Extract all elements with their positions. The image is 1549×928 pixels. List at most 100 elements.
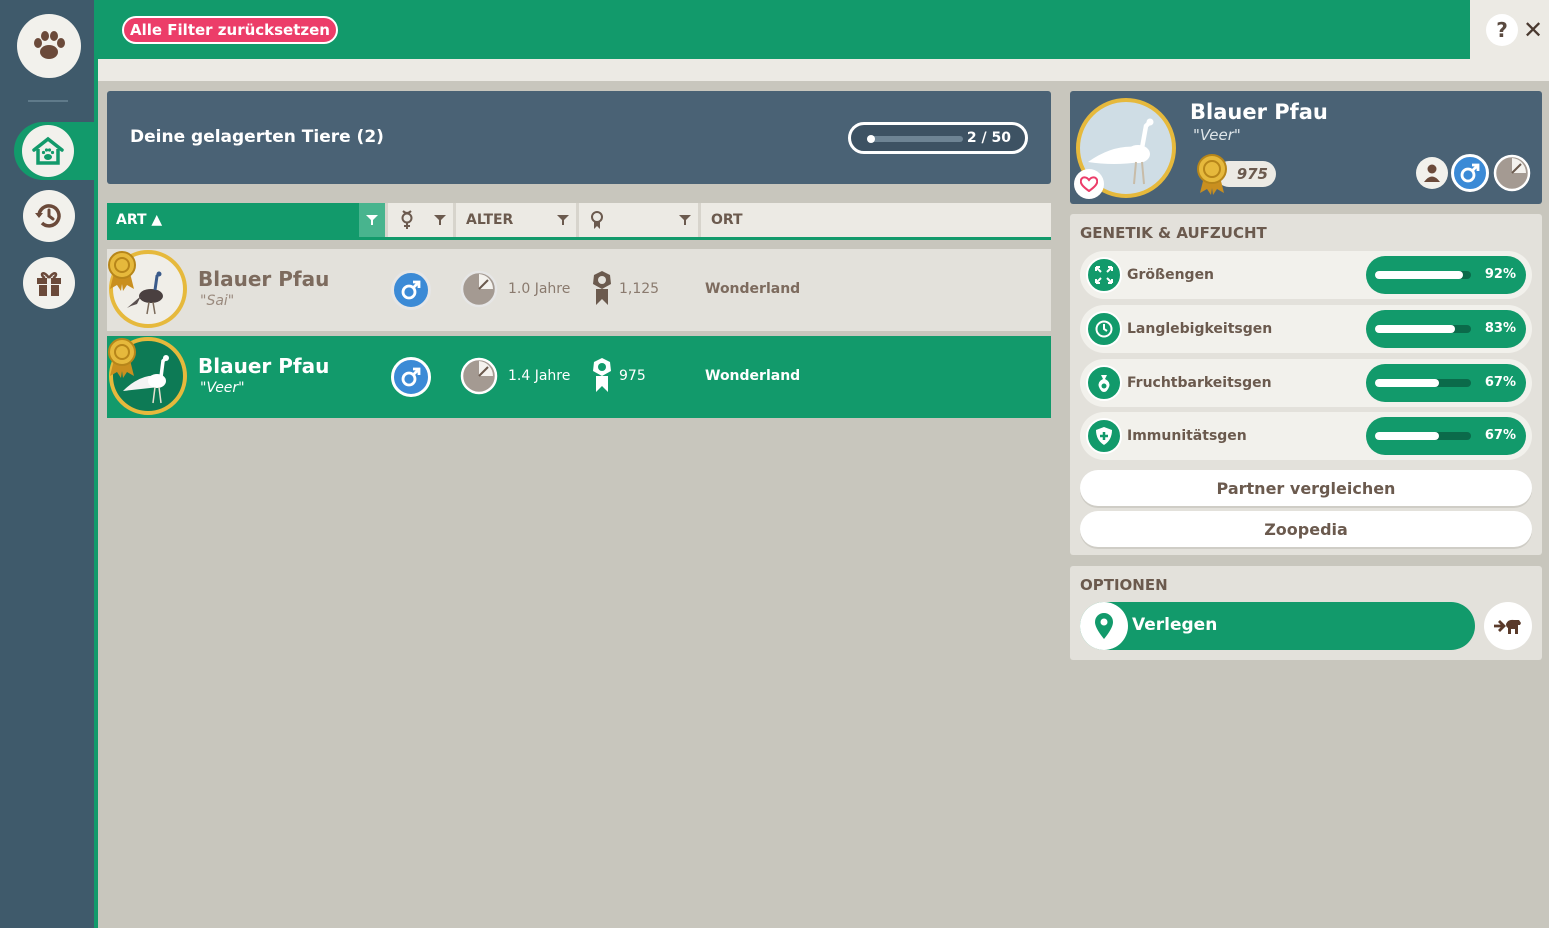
fertility-icon (1086, 365, 1122, 401)
gene-label: Größengen (1127, 267, 1215, 283)
person-icon (1416, 157, 1448, 189)
filter-score-button[interactable] (672, 203, 698, 237)
shield-plus-icon (1086, 418, 1122, 454)
score-ribbon-icon (591, 356, 613, 400)
gene-meter: 83% (1366, 310, 1526, 348)
habitat-paw-icon (32, 136, 64, 165)
detail-animal-nickname: "Veer" (1193, 126, 1241, 144)
column-separator (385, 203, 388, 237)
top-bar-underline (98, 59, 1549, 81)
gene-meter: 67% (1366, 417, 1526, 455)
animal-location: Wonderland (705, 281, 801, 297)
male-gender-icon (391, 270, 431, 310)
animal-score: 975 (619, 368, 646, 384)
male-gender-icon (1451, 154, 1489, 192)
column-art-sort[interactable]: ART ▲ (107, 203, 385, 237)
options-title: OPTIONEN (1080, 576, 1168, 594)
release-animal-icon (1494, 619, 1521, 634)
animal-name: Blauer Pfau (198, 354, 330, 378)
ribbon-column-icon (590, 210, 604, 234)
capacity-indicator: 2 / 50 (848, 122, 1028, 154)
reset-filters-button[interactable]: Alle Filter zurücksetzen (122, 16, 338, 44)
help-button[interactable]: ? (1486, 14, 1518, 46)
sidebar-divider (28, 100, 68, 102)
gene-label: Langlebigkeitsgen (1127, 321, 1273, 337)
animal-name: Blauer Pfau (198, 267, 330, 291)
clock-icon (1086, 311, 1122, 347)
detail-header: Blauer Pfau "Veer" 975 (1070, 91, 1542, 204)
storage-header: Deine gelagerten Tiere (2) 2 / 50 (107, 91, 1051, 184)
sidebar (0, 0, 98, 928)
move-label: Verlegen (1132, 615, 1218, 635)
sidebar-item-history[interactable] (23, 190, 75, 242)
heart-icon (1080, 176, 1098, 192)
genetics-title: GENETIK & AUFZUCHT (1080, 224, 1267, 242)
gene-label: Fruchtbarkeitsgen (1127, 375, 1272, 391)
filter-gender-button[interactable] (427, 203, 453, 237)
gene-row-longevity: Langlebigkeitsgen 83% (1080, 305, 1532, 353)
animal-nickname: "Sai" (200, 293, 235, 309)
age-icon (460, 270, 498, 312)
gift-icon (37, 272, 61, 296)
filter-alter-button[interactable] (550, 203, 576, 237)
capacity-fill (867, 135, 875, 143)
gene-row-immunity: Immunitätsgen 67% (1080, 412, 1532, 460)
column-header: ART ▲ ALTER ORT (107, 203, 1051, 240)
animal-score: 1,125 (619, 281, 660, 297)
column-separator (453, 203, 456, 237)
gene-fill (1375, 379, 1440, 387)
score-ribbon-icon (591, 269, 613, 313)
sidebar-item-gifts[interactable] (23, 257, 75, 309)
male-gender-icon (391, 357, 431, 397)
gene-meter: 92% (1366, 256, 1526, 294)
column-alter-label[interactable]: ALTER (466, 212, 513, 228)
filter-icon (557, 215, 569, 225)
favorite-heart-button[interactable] (1074, 169, 1104, 199)
gene-fill (1375, 271, 1464, 279)
gene-row-size: Größengen 92% (1080, 251, 1532, 299)
capacity-track (867, 135, 963, 143)
filter-icon (679, 215, 691, 225)
move-animal-button[interactable]: Verlegen (1080, 602, 1475, 650)
gender-column-icon (399, 210, 415, 234)
options-panel: OPTIONEN Verlegen (1070, 566, 1542, 660)
gene-label: Immunitätsgen (1127, 428, 1247, 444)
column-ort-label[interactable]: ORT (711, 212, 743, 228)
zoopedia-button[interactable]: Zoopedia (1080, 511, 1532, 547)
animal-age: 1.0 Jahre (508, 281, 571, 297)
gold-medal-icon (1194, 153, 1230, 201)
column-separator (576, 203, 579, 237)
paw-logo-button[interactable] (17, 14, 81, 78)
genetics-panel: GENETIK & AUFZUCHT Größengen 92% Langleb… (1070, 214, 1542, 555)
column-art-label: ART ▲ (116, 212, 163, 228)
gold-medal-icon (105, 249, 139, 297)
animal-age: 1.4 Jahre (508, 368, 571, 384)
gene-fill (1375, 325, 1455, 333)
animal-row[interactable]: Blauer Pfau "Sai" 1.0 Jahre 1,125 Wonder… (107, 249, 1051, 331)
paw-icon (34, 31, 65, 59)
gene-percent: 92% (1484, 267, 1516, 282)
age-icon (1493, 154, 1531, 192)
history-icon (35, 204, 61, 228)
gene-row-fertility: Fruchtbarkeitsgen 67% (1080, 359, 1532, 407)
gene-fill (1375, 432, 1440, 440)
compare-partner-button[interactable]: Partner vergleichen (1080, 470, 1532, 506)
filter-art-button[interactable] (359, 203, 385, 237)
expand-icon (1086, 257, 1122, 293)
column-separator (698, 203, 701, 237)
gene-percent: 67% (1484, 428, 1516, 443)
gold-medal-icon (105, 336, 139, 384)
animal-row-selected[interactable]: Blauer Pfau "Veer" 1.4 Jahre 975 Wonderl… (107, 336, 1051, 418)
close-button[interactable]: ✕ (1520, 14, 1546, 46)
age-icon (460, 357, 498, 399)
release-animal-button[interactable] (1484, 602, 1532, 650)
filter-icon (434, 215, 446, 225)
location-pin-icon (1080, 602, 1128, 650)
storage-title: Deine gelagerten Tiere (2) (130, 127, 384, 147)
animal-nickname: "Veer" (200, 380, 245, 396)
capacity-text: 2 / 50 (966, 130, 1011, 146)
animal-location: Wonderland (705, 368, 801, 384)
gene-percent: 83% (1484, 321, 1516, 336)
gene-meter: 67% (1366, 364, 1526, 402)
sidebar-item-habitat[interactable] (22, 125, 74, 177)
